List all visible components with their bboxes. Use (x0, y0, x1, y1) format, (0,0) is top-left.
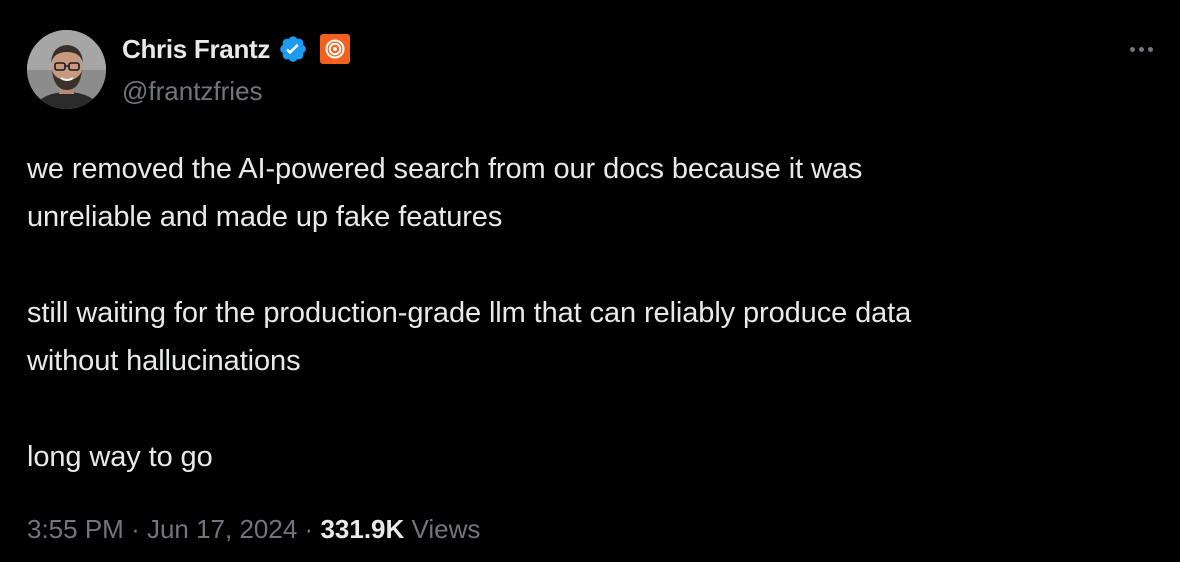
tweet-line: long way to go (27, 441, 213, 473)
tweet-line: without hallucinations (27, 345, 301, 377)
views-count[interactable]: 331.9K (320, 514, 404, 544)
more-options-button[interactable] (1124, 34, 1158, 64)
orange-ring-logo-icon (325, 39, 345, 59)
more-dot-icon (1138, 46, 1144, 52)
tweet-time[interactable]: 3:55 PM (27, 514, 124, 544)
more-dot-icon (1147, 46, 1153, 52)
tweet-line: unreliable and made up fake features (27, 201, 503, 233)
meta-separator: · (304, 514, 321, 544)
author-name-row: Chris Frantz (122, 33, 351, 65)
author-display-name[interactable]: Chris Frantz (122, 33, 270, 65)
tweet-date[interactable]: Jun 17, 2024 (147, 514, 297, 544)
tweet-text: we removed the AI-powered search from ou… (27, 145, 1157, 481)
author-handle[interactable]: @frantzfries (122, 75, 263, 107)
tweet-meta: 3:55 PM · Jun 17, 2024 · 331.9K Views (27, 512, 480, 546)
more-dot-icon (1129, 46, 1135, 52)
verified-badge-icon[interactable] (278, 34, 308, 64)
tweet-card: Chris Frantz @frantzfries we removed the… (0, 0, 1180, 562)
tweet-line: still waiting for the production-grade l… (27, 297, 912, 329)
avatar[interactable] (27, 30, 106, 109)
views-label: Views (411, 514, 481, 544)
tweet-line: we removed the AI-powered search from ou… (27, 153, 863, 185)
meta-separator: · (131, 514, 147, 544)
avatar-photo (27, 30, 106, 109)
affiliate-badge[interactable] (320, 34, 351, 64)
